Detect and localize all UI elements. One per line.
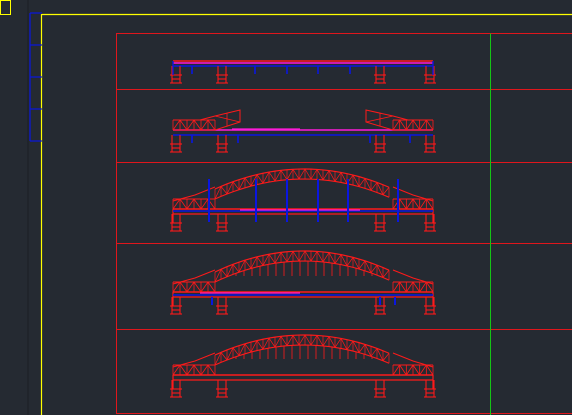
- cad-drawing-canvas[interactable]: [0, 0, 572, 415]
- pier: [216, 297, 228, 315]
- arch-bottom-chord: [214, 344, 390, 366]
- panel-completed-bridge: [170, 334, 436, 398]
- pier: [170, 66, 182, 84]
- pier: [170, 297, 182, 315]
- pier: [424, 214, 436, 232]
- panel-hanger-installation: [170, 250, 436, 315]
- pier: [424, 297, 436, 315]
- pier: [216, 66, 228, 84]
- panel-girder-erection: [170, 60, 436, 84]
- corner-marker: [0, 0, 11, 15]
- pier: [374, 66, 386, 84]
- pier: [424, 380, 436, 398]
- pier: [424, 66, 436, 84]
- pier: [374, 214, 386, 232]
- panel-cantilever-arm-erection: [170, 109, 436, 153]
- pier: [424, 135, 436, 153]
- pier: [216, 135, 228, 153]
- arch-bottom-chord: [214, 178, 390, 200]
- sheet-border: [116, 33, 572, 414]
- panel-arch-closure: [170, 168, 436, 232]
- pier: [374, 380, 386, 398]
- pier: [374, 135, 386, 153]
- pier: [170, 214, 182, 232]
- pier: [216, 214, 228, 232]
- drawing-sheet: [116, 33, 572, 415]
- panels: [170, 60, 436, 398]
- cad-drawing-viewport[interactable]: [0, 0, 572, 415]
- pier: [216, 380, 228, 398]
- pier: [170, 380, 182, 398]
- pier: [170, 135, 182, 153]
